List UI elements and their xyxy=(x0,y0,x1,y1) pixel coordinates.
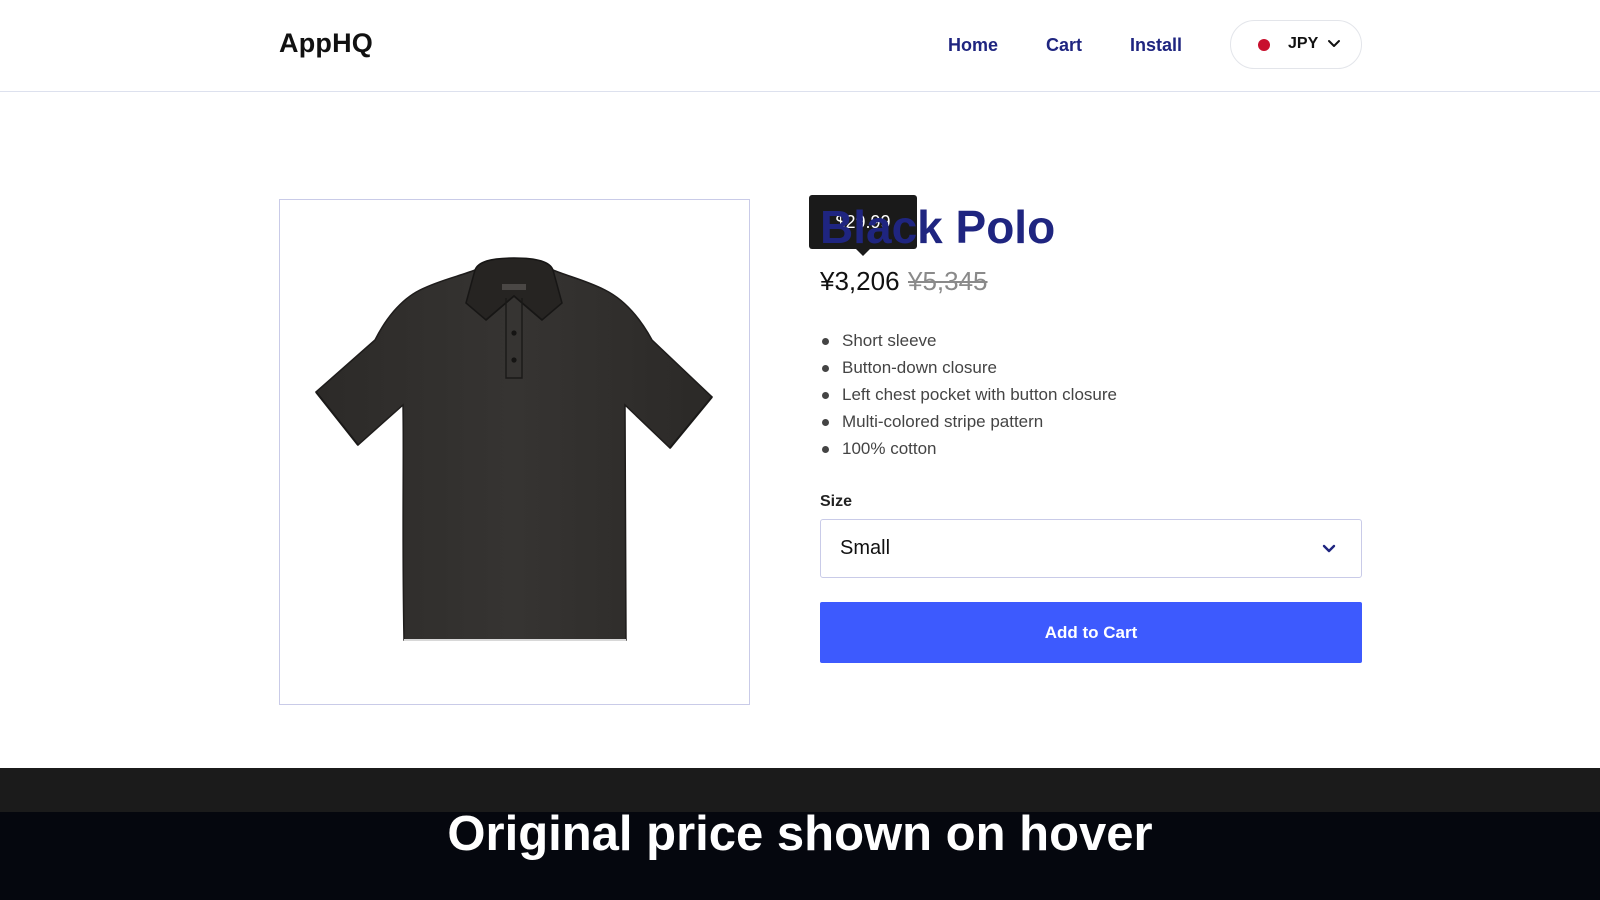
chevron-down-icon xyxy=(1322,544,1336,553)
size-label: Size xyxy=(820,493,853,510)
site-logo[interactable]: AppHQ xyxy=(279,28,373,59)
add-to-cart-button[interactable]: Add to Cart xyxy=(820,602,1362,663)
japan-flag-icon xyxy=(1258,39,1270,51)
product-image xyxy=(279,199,750,705)
price-row: ¥3,206 ¥5,345 xyxy=(820,266,988,297)
current-price[interactable]: ¥3,206 xyxy=(820,266,900,296)
nav-cart-link[interactable]: Cart xyxy=(1046,35,1082,56)
feature-item: Left chest pocket with button closure xyxy=(820,384,1117,411)
currency-selector[interactable]: JPY xyxy=(1230,20,1362,69)
nav-home-link[interactable]: Home xyxy=(948,35,998,56)
site-header: AppHQ Home Cart Install JPY xyxy=(0,0,1600,92)
original-price: ¥5,345 xyxy=(907,266,988,296)
product-title: Black Polo xyxy=(820,201,1056,253)
size-select[interactable]: Small xyxy=(820,519,1362,578)
feature-list: Short sleeve Button-down closure Left ch… xyxy=(820,330,1117,465)
feature-item: Multi-colored stripe pattern xyxy=(820,411,1117,438)
feature-item: Button-down closure xyxy=(820,357,1117,384)
size-selected-value: Small xyxy=(840,537,891,559)
feature-item: 100% cotton xyxy=(820,438,1117,465)
caption-text: Original price shown on hover xyxy=(447,807,1153,861)
polo-shirt-illustration xyxy=(314,257,714,641)
currency-code: JPY xyxy=(1288,35,1319,52)
nav-install-link[interactable]: Install xyxy=(1130,35,1182,56)
chevron-down-icon xyxy=(1328,40,1340,47)
feature-item: Short sleeve xyxy=(820,330,1117,357)
